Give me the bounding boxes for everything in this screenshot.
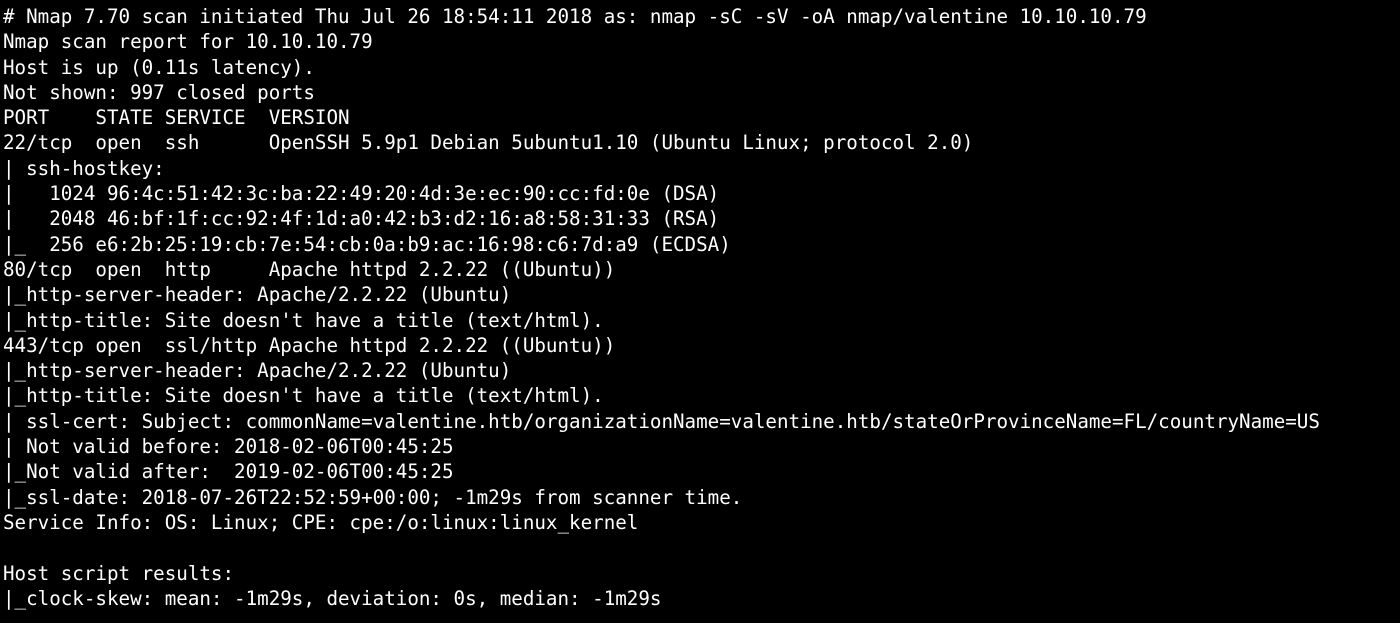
terminal-line: | ssh-hostkey: (3, 156, 165, 180)
terminal-line: | Not valid before: 2018-02-06T00:45:25 (3, 435, 454, 459)
terminal-line: | 2048 46:bf:1f:cc:92:4f:1d:a0:42:b3:d2:… (3, 207, 720, 231)
terminal-line: | 1024 96:4c:51:42:3c:ba:22:49:20:4d:3e:… (3, 182, 720, 206)
terminal-line: Host is up (0.11s latency). (3, 55, 315, 79)
terminal-line: |_ 256 e6:2b:25:19:cb:7e:54:cb:0a:b9:ac:… (3, 232, 731, 256)
terminal-line: |_http-title: Site doesn't have a title … (3, 384, 604, 408)
terminal-line: 443/tcp open ssl/http Apache httpd 2.2.2… (3, 333, 616, 357)
terminal-line: |_ssl-date: 2018-07-26T22:52:59+00:00; -… (3, 485, 743, 509)
terminal-line: |_http-title: Site doesn't have a title … (3, 308, 604, 332)
terminal-line: | ssl-cert: Subject: commonName=valentin… (3, 409, 1320, 433)
terminal-line: 22/tcp open ssh OpenSSH 5.9p1 Debian 5ub… (3, 131, 974, 155)
terminal-line: |_Not valid after: 2019-02-06T00:45:25 (3, 460, 454, 484)
terminal-line: |_http-server-header: Apache/2.2.22 (Ubu… (3, 283, 512, 307)
terminal-line: 80/tcp open http Apache httpd 2.2.22 ((U… (3, 257, 616, 281)
terminal-line: |_clock-skew: mean: -1m29s, deviation: 0… (3, 586, 662, 610)
terminal-line: Nmap scan report for 10.10.10.79 (3, 30, 373, 54)
terminal-line: |_http-server-header: Apache/2.2.22 (Ubu… (3, 359, 512, 383)
terminal-line: Host script results: (3, 561, 235, 585)
terminal-line: Not shown: 997 closed ports (3, 80, 315, 104)
terminal-line: Service Info: OS: Linux; CPE: cpe:/o:lin… (3, 510, 639, 534)
terminal-line: # Nmap 7.70 scan initiated Thu Jul 26 18… (3, 5, 1147, 28)
terminal-output[interactable]: # Nmap 7.70 scan initiated Thu Jul 26 18… (0, 0, 1400, 623)
terminal-line: PORT STATE SERVICE VERSION (3, 106, 350, 130)
